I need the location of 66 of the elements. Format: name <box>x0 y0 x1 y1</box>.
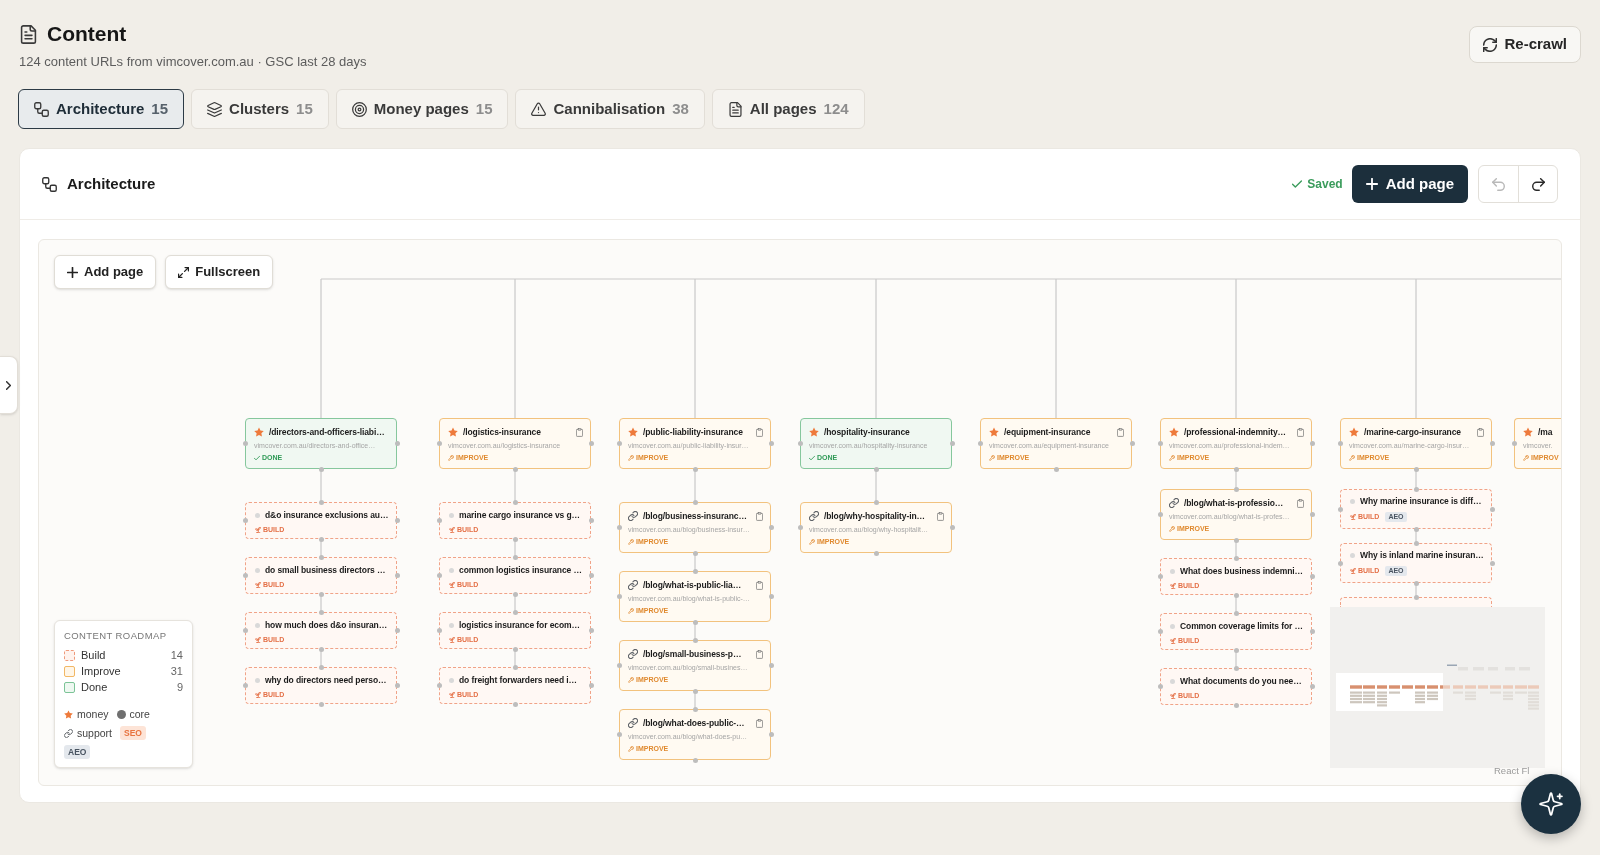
undo-icon <box>1492 177 1505 191</box>
expand-icon <box>178 266 190 278</box>
redo-icon <box>1531 177 1545 191</box>
plus-icon <box>67 266 78 278</box>
add-page-button[interactable]: Add page <box>54 255 157 289</box>
link-icon <box>64 728 73 738</box>
tab[interactable]: Cannibalisation 38 <box>515 89 705 129</box>
connection-handle[interactable] <box>616 732 622 737</box>
legend-label: Build <box>81 648 106 662</box>
connection-handle[interactable] <box>242 628 248 633</box>
tab[interactable]: Money pages 15 <box>335 89 509 129</box>
check-icon <box>1292 180 1303 188</box>
layers-icon <box>207 101 223 117</box>
connection-handle[interactable] <box>242 441 248 446</box>
tag-badge: SEO <box>120 726 146 740</box>
star-icon <box>64 709 73 719</box>
tag-badge: AEO <box>64 745 91 759</box>
sprout-icon <box>255 636 261 643</box>
legend-label: support <box>77 726 113 740</box>
swatch-icon <box>64 665 75 677</box>
connection-handle[interactable] <box>242 518 248 523</box>
legend-count: 9 <box>176 680 183 694</box>
link-icon <box>628 718 638 728</box>
tab[interactable]: All pages 124 <box>711 89 865 129</box>
hierarchy-icon <box>42 176 57 192</box>
tab[interactable]: Clusters 15 <box>191 89 329 129</box>
node-title: /blog/what-does-public-… <box>643 717 745 729</box>
document-icon <box>20 24 37 44</box>
legend-label: Done <box>81 680 108 694</box>
star-icon <box>254 427 264 437</box>
sprout-icon <box>255 526 261 533</box>
connection-handle[interactable] <box>768 732 774 737</box>
check-icon <box>254 454 260 461</box>
hierarchy-icon <box>34 101 49 117</box>
save-status: Saved <box>1307 176 1343 193</box>
target-icon <box>351 101 367 117</box>
sprout-icon <box>255 581 261 588</box>
clipboard-icon[interactable] <box>756 718 763 728</box>
legend-label: money <box>77 707 109 721</box>
page-title: Content <box>47 21 127 47</box>
sidebar-toggle[interactable] <box>0 356 18 414</box>
legend-count: 14 <box>170 648 183 662</box>
refresh-icon <box>1483 37 1498 52</box>
page-subtitle: 124 content URLs from vimcover.com.au · GSC last 28 days <box>19 53 367 70</box>
connection-handle[interactable] <box>692 757 698 763</box>
legend-title: CONTENT ROADMAP <box>64 630 168 642</box>
wrench-icon <box>628 745 634 752</box>
tab[interactable]: Architecture 15 <box>18 89 185 129</box>
warning-icon <box>531 101 547 117</box>
assistant-button[interactable] <box>1521 774 1581 834</box>
recrawl-button[interactable]: Re-crawl <box>1469 26 1581 63</box>
document-icon <box>727 101 743 117</box>
sparkle-icon <box>1539 792 1563 816</box>
plus-icon <box>1365 178 1378 190</box>
legend-count: 31 <box>170 664 183 678</box>
panel-title: Architecture <box>67 173 156 194</box>
fullscreen-button[interactable]: Fullscreen <box>165 255 274 289</box>
legend-label: Improve <box>81 664 121 678</box>
swatch-icon <box>64 649 75 661</box>
sprout-icon <box>255 691 261 698</box>
legend-label: core <box>129 707 150 721</box>
add-page-button[interactable]: Add page <box>1351 165 1468 203</box>
connection-handle[interactable] <box>242 573 248 578</box>
connection-handle[interactable] <box>242 683 248 688</box>
chevron-right-icon <box>6 380 11 390</box>
swatch-icon <box>64 681 75 693</box>
